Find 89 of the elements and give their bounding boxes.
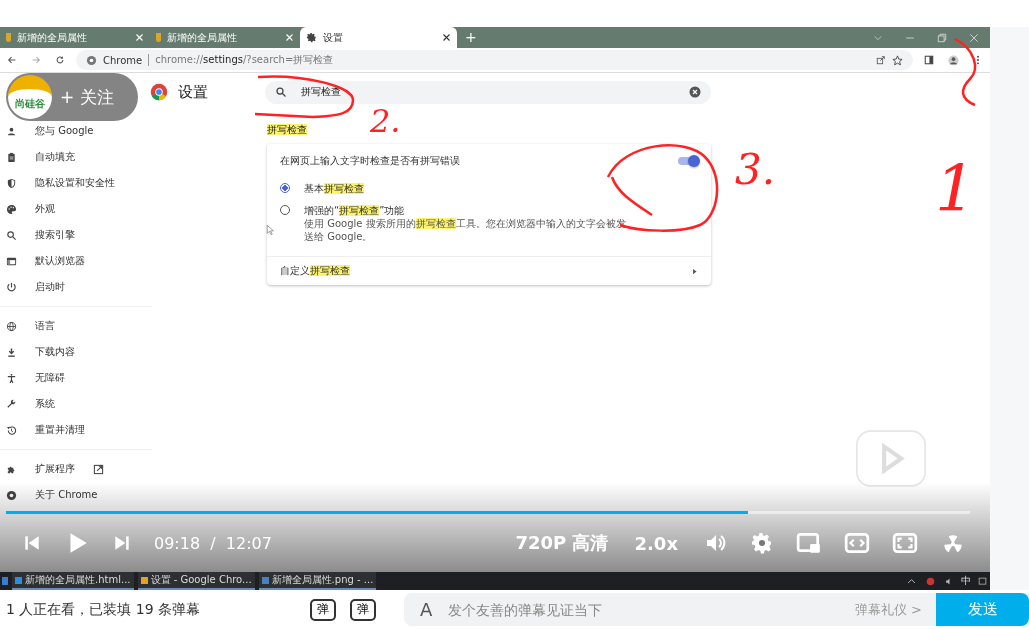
side-panel-icon[interactable] xyxy=(924,55,934,65)
close-icon xyxy=(285,33,294,42)
viewer-count: 1 人正在看，已装填 19 条弹幕 xyxy=(6,600,202,619)
handwritten-note: 3. xyxy=(735,149,776,191)
danmaku-bar[interactable]: A 发个友善的弹幕见证当下 弹幕礼仪 > 发送 xyxy=(404,593,1029,626)
profile-icon[interactable] xyxy=(948,54,959,66)
taskbar-item[interactable]: 新增的全局属性.html... xyxy=(12,572,134,590)
page-title: 设置 xyxy=(178,82,208,102)
page-favicon-icon xyxy=(6,33,11,42)
search-icon xyxy=(6,229,17,241)
handwritten-note: 1 xyxy=(935,157,976,221)
sidebar-item[interactable]: 外观 xyxy=(0,196,152,222)
notification-icon xyxy=(978,576,987,586)
globe-icon xyxy=(6,320,17,332)
sidebar-item[interactable]: 自动填充 xyxy=(0,144,152,170)
address-bar[interactable]: Chrome chrome://settings/?search=拼写检查 xyxy=(76,50,913,70)
taskbar-item[interactable]: 新增全局属性.png - ... xyxy=(258,572,377,590)
forward-arrow-icon[interactable] xyxy=(31,55,41,65)
settings-icon[interactable] xyxy=(750,531,774,555)
share-icon[interactable] xyxy=(876,55,886,65)
taskbar-item[interactable]: 设置 - Google Chro... xyxy=(137,572,255,590)
search-input[interactable]: 拼写检查 xyxy=(299,85,677,99)
sidebar-item[interactable]: 重置并清理 xyxy=(0,417,152,443)
danmaku-toggle[interactable]: 弹 xyxy=(350,598,376,621)
restore-icon[interactable] xyxy=(937,32,947,43)
power-icon xyxy=(6,281,17,293)
sidebar-item[interactable]: 关于 Chrome xyxy=(0,482,152,508)
caret-right-icon xyxy=(691,267,698,275)
person-icon xyxy=(6,125,17,137)
close-icon xyxy=(442,33,451,42)
skip-back-icon[interactable] xyxy=(22,533,42,553)
font-style-button[interactable]: A xyxy=(420,599,433,620)
toggle-switch[interactable] xyxy=(678,157,698,165)
close-icon[interactable] xyxy=(969,32,979,43)
sidebar-item[interactable]: 您与 Google xyxy=(0,118,152,144)
uploader-logo: 尚硅谷 xyxy=(8,75,52,119)
mouse-pointer-icon xyxy=(266,223,276,237)
follow-button[interactable]: 尚硅谷 + 关注 xyxy=(6,73,138,121)
fullscreen-icon[interactable] xyxy=(892,530,918,556)
reload-icon[interactable] xyxy=(55,55,65,65)
download-icon xyxy=(6,346,17,358)
sidebar-item[interactable]: 扩展程序 xyxy=(0,456,152,482)
sidebar-item[interactable]: 语言 xyxy=(0,313,152,339)
section-heading: 拼写检查 xyxy=(267,123,308,137)
browser-tab[interactable]: 设置 xyxy=(300,27,457,48)
option-label: 基本拼写检查 xyxy=(304,183,364,195)
app-tray-icon xyxy=(926,576,935,586)
sidebar-item[interactable]: 无障碍 xyxy=(0,365,152,391)
sidebar-item[interactable]: 系统 xyxy=(0,391,152,417)
new-tab-button[interactable]: + xyxy=(457,27,485,48)
site-label: Chrome xyxy=(103,54,143,66)
danmaku-toggle[interactable]: 弹 xyxy=(310,598,336,621)
chevron-up-icon xyxy=(907,576,916,586)
input-method-indicator[interactable]: 中 xyxy=(961,574,971,588)
shield-icon xyxy=(6,177,17,189)
history-icon xyxy=(6,424,17,436)
url-text: chrome://settings/?search=拼写检查 xyxy=(155,53,334,67)
external-link-icon xyxy=(93,463,104,475)
sidebar-item[interactable]: 默认浏览器 xyxy=(0,248,152,274)
sidebar-item[interactable]: 隐私设置和安全性 xyxy=(0,170,152,196)
accessibility-icon xyxy=(6,372,17,384)
sidebar-item[interactable]: 下载内容 xyxy=(0,339,152,365)
settings-icon xyxy=(306,32,317,43)
settings-link-row[interactable]: 自定义拼写检查 xyxy=(267,256,711,285)
progress-track[interactable] xyxy=(6,511,970,514)
radio-button[interactable] xyxy=(280,183,290,193)
time-display: 09:18 / 12:07 xyxy=(154,533,272,553)
skip-forward-icon[interactable] xyxy=(112,533,132,553)
option-label: 增强的“拼写检查”功能 xyxy=(304,205,406,217)
wrench-icon xyxy=(6,398,17,410)
star-icon[interactable] xyxy=(892,54,903,66)
palette-icon xyxy=(6,203,17,215)
browser-tab[interactable]: 新增的全局属性 xyxy=(150,27,300,48)
danmaku-input[interactable]: 发个友善的弹幕见证当下 xyxy=(446,600,841,619)
back-arrow-icon[interactable] xyxy=(7,55,17,65)
sidebar-item[interactable]: 启动时 xyxy=(0,274,152,300)
clear-icon[interactable] xyxy=(689,86,701,98)
page-favicon-icon xyxy=(156,33,161,42)
search-bar[interactable]: 拼写检查 xyxy=(265,80,711,104)
browser-tab[interactable]: 新增的全局属性 xyxy=(0,27,150,48)
picture-in-picture-icon[interactable] xyxy=(796,530,822,556)
clipboard-icon xyxy=(6,151,17,163)
search-icon xyxy=(275,86,287,98)
browser-window-icon xyxy=(6,255,17,267)
setting-label: 在网页上输入文字时检查是否有拼写错误 xyxy=(280,154,460,168)
sidebar-item[interactable]: 搜索引擎 xyxy=(0,222,152,248)
close-icon xyxy=(135,33,144,42)
widescreen-icon[interactable] xyxy=(844,530,870,556)
handwritten-note: 2. xyxy=(370,105,401,137)
